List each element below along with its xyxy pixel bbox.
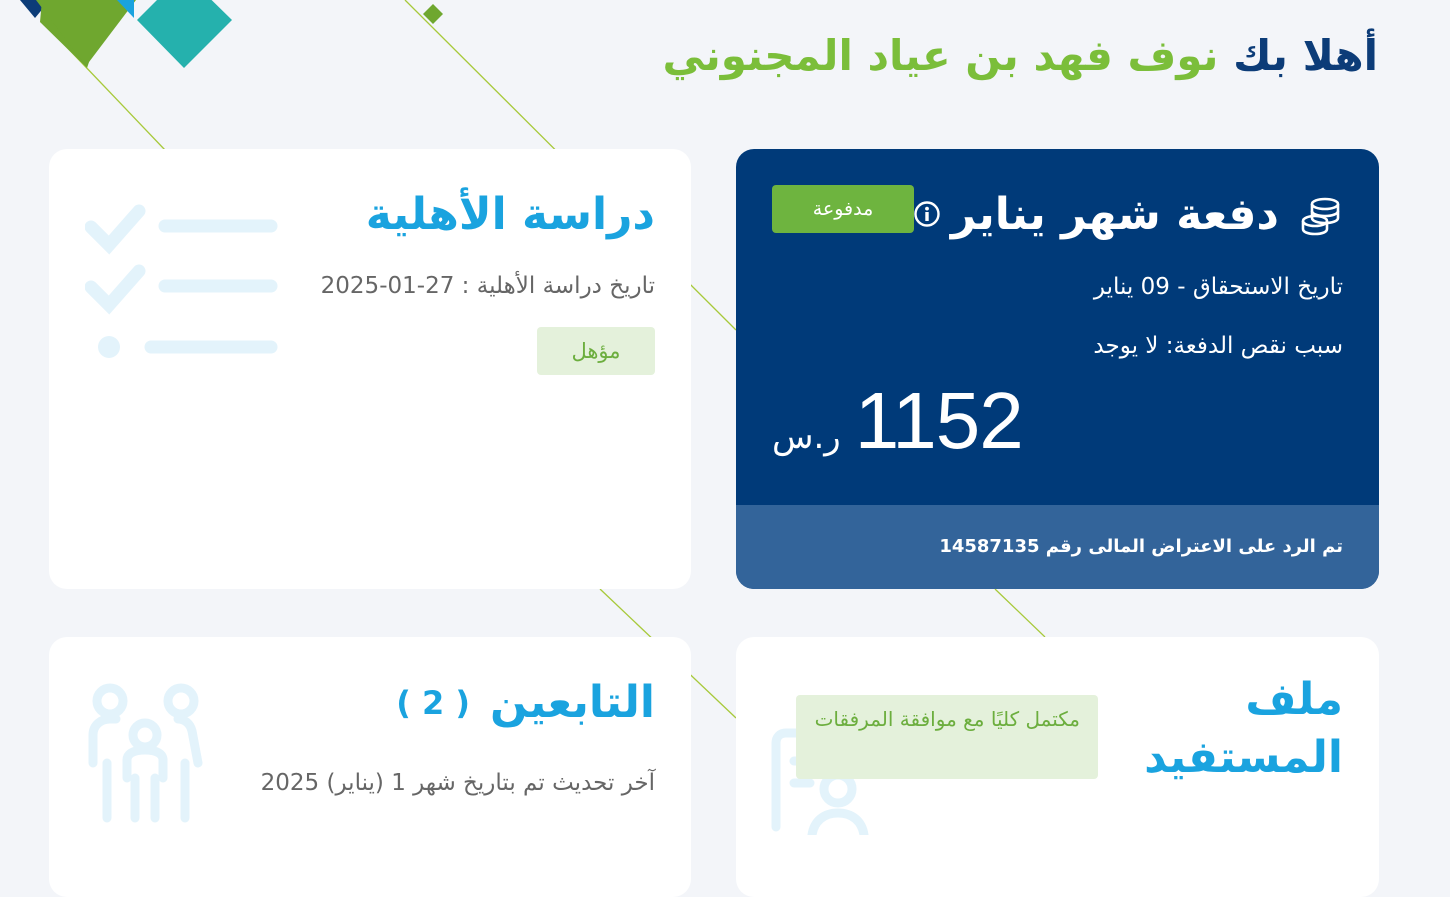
eligibility-study-date: تاريخ دراسة الأهلية : 27-01-2025 — [320, 273, 655, 299]
objection-footer: تم الرد على الاعتراض المالى رقم 14587135 — [736, 505, 1379, 589]
dependents-count: ( 2 ) — [396, 684, 470, 722]
eligibility-study-card[interactable]: دراسة الأهلية تاريخ دراسة الأهلية : 27-0… — [49, 149, 691, 589]
due-date: تاريخ الاستحقاق - 09 يناير — [1093, 274, 1343, 300]
monthly-payment-card[interactable]: دفعة شهر يناير مدفوعة تاريخ الاستحقاق - … — [736, 149, 1379, 589]
user-name: نوف فهد بن عياد المجنوني — [662, 31, 1219, 80]
checklist-icon — [85, 204, 278, 358]
decorative-diamonds — [20, 0, 232, 68]
eligibility-title: دراسة الأهلية — [365, 189, 655, 240]
currency-label: ر.س — [772, 417, 841, 457]
dependents-heading: التابعين ( 2 ) — [396, 667, 655, 739]
beneficiary-title: ملف المستفيد — [1144, 674, 1343, 783]
amount-value: 1152 — [854, 376, 1024, 465]
family-icon — [88, 683, 203, 823]
payment-amount: ر.س 1152 — [772, 371, 1024, 471]
dependents-title: التابعين — [490, 677, 655, 728]
objection-note[interactable]: تم الرد على الاعتراض المالى رقم 14587135 — [939, 527, 1343, 567]
small-diamond — [423, 4, 443, 24]
dependents-card[interactable]: التابعين ( 2 ) آخر تحديث تم بتاريخ شهر 1… — [49, 637, 691, 897]
profile-complete-badge: مكتمل كليًا مع موافقة المرفقات — [796, 695, 1098, 779]
paid-status-badge: مدفوعة — [772, 185, 914, 233]
welcome-heading: أهلا بك نوف فهد بن عياد المجنوني — [663, 24, 1378, 88]
coins-icon — [1301, 197, 1340, 236]
shortfall-reason: سبب نقص الدفعة: لا يوجد — [1093, 333, 1343, 359]
info-icon[interactable] — [913, 200, 941, 228]
beneficiary-profile-card[interactable]: ملف المستفيد مكتمل كليًا مع موافقة المرف… — [736, 637, 1379, 897]
welcome-prefix: أهلا بك — [1233, 31, 1378, 80]
payment-title: دفعة شهر يناير — [950, 189, 1279, 240]
dependents-last-update: آخر تحديث تم بتاريخ شهر 1 (يناير) 2025 — [260, 770, 655, 796]
qualified-badge: مؤهل — [537, 327, 655, 375]
